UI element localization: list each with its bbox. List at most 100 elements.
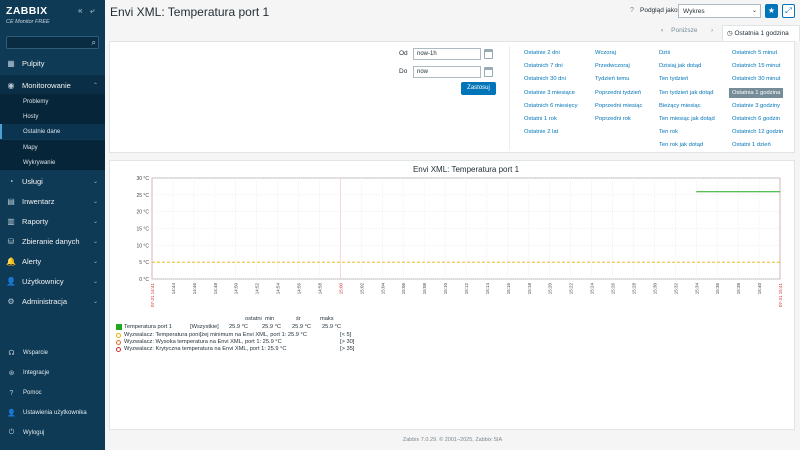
legend-header-last: ostatni <box>245 316 262 322</box>
favorite-star-button[interactable]: ★ <box>765 4 778 18</box>
quick-range-link[interactable]: Ten rok <box>659 129 678 135</box>
quick-range-link[interactable]: Ostatni 1 dzień <box>732 142 771 148</box>
sidebar-item-użytkownicy[interactable]: 👤 Użytkownicy ⌄ <box>0 271 105 291</box>
sidebar-item-label: Raporty <box>22 216 49 226</box>
search-icon: ⌕ <box>91 38 96 47</box>
quick-range-link[interactable]: Ostatnich 5 minut <box>732 50 777 56</box>
trigger-marker-icon <box>116 340 121 345</box>
quick-range-link[interactable]: Ten miesiąc jak dotąd <box>659 116 715 122</box>
sidebar-item-raporty[interactable]: ▥ Raporty ⌄ <box>0 211 105 231</box>
quick-range-link[interactable]: Ten tydzień jak dotąd <box>659 90 713 96</box>
quick-range-link[interactable]: Ten rok jak dotąd <box>659 142 703 148</box>
sidebar-item-administracja[interactable]: ⚙ Administracja ⌄ <box>0 291 105 311</box>
y-tick-label: 0 °C <box>139 277 149 283</box>
inventory-icon: ▤ <box>7 196 15 206</box>
apply-button[interactable]: Zastosuj <box>461 82 496 95</box>
quick-range-link[interactable]: Ostatnia 1 godzina <box>729 87 784 98</box>
submenu-item-problemy[interactable]: Problemy <box>0 94 105 109</box>
collapse-sidebar-icon[interactable]: « <box>78 6 82 15</box>
calendar-from-icon[interactable] <box>484 49 493 59</box>
quick-range-link[interactable]: Ostatnich 7 dni <box>524 63 563 69</box>
quick-range-link[interactable]: Ostatnie 3 miesiące <box>524 90 575 96</box>
help-icon: ? <box>9 389 14 397</box>
quick-range-link[interactable]: Ostatnie 2 lat <box>524 129 558 135</box>
to-label: Do <box>399 68 408 75</box>
zabbix-logo[interactable]: ZABBIX <box>6 5 47 17</box>
sidebar-bottom-integracje[interactable]: ⊛ Integracje <box>0 365 105 381</box>
quick-range-link[interactable]: Ostatnich 6 godzin <box>732 116 780 122</box>
quick-range-link[interactable]: Poprzedni miesiąc <box>595 103 642 109</box>
x-tick-label: 15:34 <box>694 283 699 295</box>
sidebar-bottom-pomoc[interactable]: ? Pomoc <box>0 385 105 401</box>
sidebar: ZABBIX CE Monitor FREE « ⤶ ⌕ ▦ Pulpity ◉ Mo… <box>0 0 105 450</box>
chevron-down-icon: ⌄ <box>92 278 98 285</box>
previous-period-button[interactable]: ‹ Poniższe <box>661 27 698 34</box>
to-input[interactable]: now <box>413 66 481 78</box>
quick-range-link[interactable]: Ten tydzień <box>659 76 688 82</box>
sidebar-item-label: Monitorowanie <box>22 80 71 90</box>
y-tick-label: 15 °C <box>136 227 149 233</box>
sidebar-search-input[interactable]: ⌕ <box>6 36 99 49</box>
trigger-marker-icon <box>116 347 121 352</box>
sidebar-bottom-wsparcie[interactable]: ☊ Wsparcie <box>0 345 105 361</box>
view-as-select[interactable]: Wykres ⌄ <box>678 4 761 18</box>
y-tick-label: 30 °C <box>136 176 149 182</box>
quick-range-link[interactable]: Przedwczoraj <box>595 63 630 69</box>
quick-range-link[interactable]: Ostatnich 30 minut <box>732 76 780 82</box>
sidebar-item-label: Pulpity <box>22 58 45 68</box>
from-input[interactable]: now-1h <box>413 48 481 60</box>
submenu-item-wykrywanie[interactable]: Wykrywanie <box>0 155 105 170</box>
x-tick-label: 15:36 <box>715 283 720 295</box>
fullscreen-button[interactable]: ⤢ <box>782 4 795 18</box>
sidebar-item-label: Użytkownicy <box>22 276 64 286</box>
quick-range-link[interactable]: Ostatni 1 rok <box>524 116 557 122</box>
submenu-item-ostatnie-dane[interactable]: Ostatnie dane <box>0 124 105 139</box>
quick-range-link[interactable]: Ostatnie 3 godziny <box>732 103 780 109</box>
time-period-label: Ostatnia 1 godzina <box>734 30 789 37</box>
quick-range-link[interactable]: Bieżący miesiąc <box>659 103 701 109</box>
trigger-marker-icon <box>116 333 121 338</box>
sidebar-item-inwentarz[interactable]: ▤ Inwentarz ⌄ <box>0 191 105 211</box>
quick-range-link[interactable]: Ostatnich 30 dni <box>524 76 566 82</box>
quick-range-link[interactable]: Ostatnich 12 godzin <box>732 129 783 135</box>
x-tick-label: 15:22 <box>569 283 574 295</box>
sidebar-item-usługi[interactable]: ◔ Usługi ⌄ <box>0 171 105 191</box>
quick-range-link[interactable]: Ostatnie 2 dni <box>524 50 560 56</box>
bell-icon: 🔔 <box>6 256 16 266</box>
x-tick-label: 15:24 <box>590 283 595 295</box>
legend-series-swatch <box>116 324 122 330</box>
chart-title: Envi XML: Temperatura port 1 <box>413 165 520 174</box>
quick-range-link[interactable]: Ostatnich 6 miesięcy <box>524 103 577 109</box>
submenu-item-mapy[interactable]: Mapy <box>0 140 105 155</box>
sidebar-bottom-ustawienia-użytkownika[interactable]: 👤 Ustawienia użytkownika <box>0 405 105 421</box>
support-icon: ☊ <box>8 350 15 357</box>
time-filter-tabs: ‹ Poniższe › ◷ Ostatnia 1 godzina <box>105 25 800 41</box>
gear-icon: ⚙ <box>7 296 15 306</box>
sidebar-item-zbieranie-danych[interactable]: ⛁ Zbieranie danych ⌄ <box>0 231 105 251</box>
kiosk-mode-icon[interactable]: ⤶ <box>90 6 94 16</box>
chevron-down-icon: ⌄ <box>92 178 98 185</box>
sidebar-item-pulpity[interactable]: ▦ Pulpity <box>0 53 105 73</box>
quick-range-link[interactable]: Poprzedni rok <box>595 116 631 122</box>
trigger-condition: [> 30] <box>340 339 355 345</box>
previous-period-label: Poniższe <box>671 27 698 34</box>
y-tick-label: 5 °C <box>139 260 149 266</box>
quick-range-link[interactable]: Ostatnich 15 minut <box>732 63 780 69</box>
submenu-item-hosty[interactable]: Hosty <box>0 109 105 124</box>
sidebar-bottom-wyloguj[interactable]: ⏻ Wyloguj <box>0 425 105 441</box>
sidebar-item-monitorowanie[interactable]: ◉ Monitorowanie ⌃ <box>0 75 105 95</box>
quick-range-link[interactable]: Dzisiaj jak dotąd <box>659 63 701 69</box>
sidebar-item-alerty[interactable]: 🔔 Alerty ⌄ <box>0 251 105 271</box>
help-icon[interactable]: ? <box>630 7 634 14</box>
integrations-icon: ⊛ <box>8 370 15 377</box>
x-tick-label: 15:00 <box>338 283 343 295</box>
x-tick-label: 15:16 <box>506 283 511 295</box>
quick-range-link[interactable]: Wczoraj <box>595 50 616 56</box>
quick-range-link[interactable]: Tydzień temu <box>595 76 629 82</box>
tab-time-period[interactable]: ◷ Ostatnia 1 godzina <box>722 25 800 41</box>
quick-range-link[interactable]: Poprzedni tydzień <box>595 90 641 96</box>
x-tick-label: 15:20 <box>548 283 553 295</box>
next-period-icon[interactable]: › <box>711 27 713 34</box>
calendar-to-icon[interactable] <box>484 67 493 77</box>
quick-range-link[interactable]: Dziś <box>659 50 670 56</box>
